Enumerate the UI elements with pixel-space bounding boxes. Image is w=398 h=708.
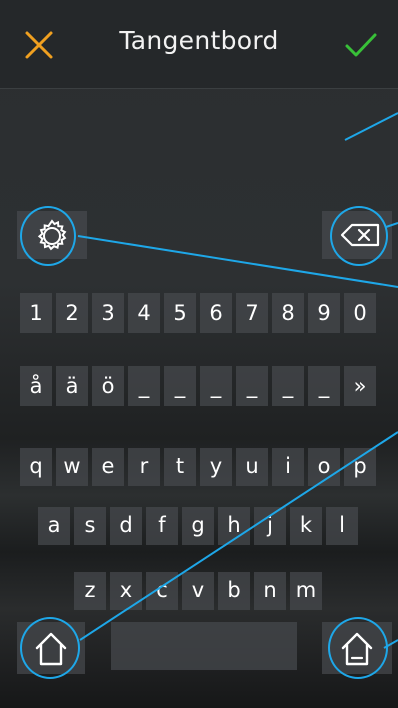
key-g[interactable]: g — [182, 507, 214, 545]
home-key-left[interactable] — [17, 622, 85, 674]
key-p[interactable]: p — [344, 448, 376, 486]
key-w[interactable]: w — [56, 448, 88, 486]
key-a-ring[interactable]: å — [20, 366, 52, 406]
key-8[interactable]: 8 — [272, 293, 304, 333]
key-custom-6[interactable]: _ — [308, 366, 340, 406]
key-h[interactable]: h — [218, 507, 250, 545]
key-z[interactable]: z — [74, 572, 106, 610]
key-k[interactable]: k — [290, 507, 322, 545]
key-5[interactable]: 5 — [164, 293, 196, 333]
header-bar: Tangentbord — [0, 0, 398, 89]
key-t[interactable]: t — [164, 448, 196, 486]
key-d[interactable]: d — [110, 507, 142, 545]
gear-icon — [37, 219, 67, 251]
key-q[interactable]: q — [20, 448, 52, 486]
home-key-right[interactable] — [322, 622, 392, 674]
key-6[interactable]: 6 — [200, 293, 232, 333]
key-o[interactable]: o — [308, 448, 340, 486]
key-2[interactable]: 2 — [56, 293, 88, 333]
key-o-umlaut[interactable]: ö — [92, 366, 124, 406]
key-3[interactable]: 3 — [92, 293, 124, 333]
key-f[interactable]: f — [146, 507, 178, 545]
backspace-key[interactable] — [322, 211, 392, 259]
confirm-button[interactable] — [344, 28, 378, 62]
key-r[interactable]: r — [128, 448, 160, 486]
home-underline-icon — [341, 632, 373, 666]
key-n[interactable]: n — [254, 572, 286, 610]
backspace-icon — [340, 223, 380, 247]
key-x[interactable]: x — [110, 572, 142, 610]
key-4[interactable]: 4 — [128, 293, 160, 333]
key-0[interactable]: 0 — [344, 293, 376, 333]
key-j[interactable]: j — [254, 507, 286, 545]
key-more[interactable]: » — [344, 366, 376, 406]
key-s[interactable]: s — [74, 507, 106, 545]
key-l[interactable]: l — [326, 507, 358, 545]
text-input-area[interactable] — [0, 89, 398, 204]
keyboard-screen: Tangentbord 1 2 3 4 5 6 7 8 9 0 å ä ö _ … — [0, 0, 398, 708]
space-key[interactable] — [111, 622, 297, 670]
key-7[interactable]: 7 — [236, 293, 268, 333]
key-v[interactable]: v — [182, 572, 214, 610]
key-a[interactable]: a — [38, 507, 70, 545]
page-title: Tangentbord — [119, 26, 279, 55]
key-y[interactable]: y — [200, 448, 232, 486]
key-custom-2[interactable]: _ — [164, 366, 196, 406]
key-custom-4[interactable]: _ — [236, 366, 268, 406]
key-m[interactable]: m — [290, 572, 322, 610]
key-9[interactable]: 9 — [308, 293, 340, 333]
key-b[interactable]: b — [218, 572, 250, 610]
key-i[interactable]: i — [272, 448, 304, 486]
key-e[interactable]: e — [92, 448, 124, 486]
home-icon — [35, 632, 67, 666]
key-c[interactable]: c — [146, 572, 178, 610]
key-a-umlaut[interactable]: ä — [56, 366, 88, 406]
settings-key[interactable] — [17, 211, 87, 259]
key-custom-3[interactable]: _ — [200, 366, 232, 406]
key-custom-5[interactable]: _ — [272, 366, 304, 406]
check-icon — [345, 33, 377, 57]
key-custom-1[interactable]: _ — [128, 366, 160, 406]
key-1[interactable]: 1 — [20, 293, 52, 333]
key-u[interactable]: u — [236, 448, 268, 486]
